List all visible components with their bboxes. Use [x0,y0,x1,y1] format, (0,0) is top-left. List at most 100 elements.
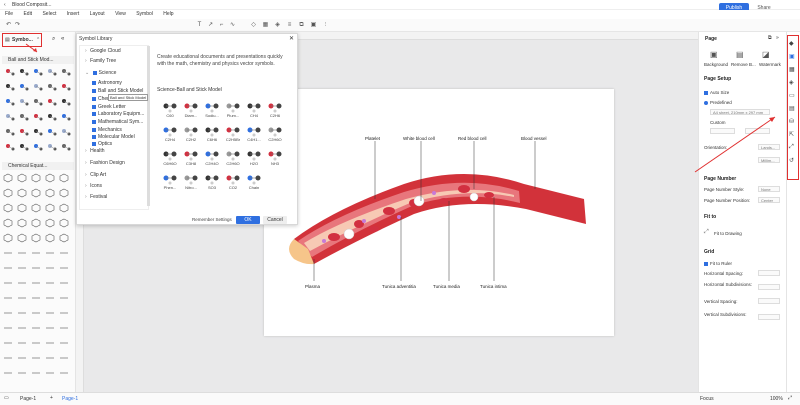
watermark-icon[interactable]: ◪ [762,50,770,59]
ball-stick-symbol-grid[interactable] [2,65,74,161]
tree-item[interactable]: › Fashion Design [85,160,125,166]
library-symbol[interactable]: C2H6O [265,124,285,142]
ok-button[interactable]: OK [236,216,260,224]
tree-item[interactable]: Mechanics [92,127,122,133]
section-ball-stick[interactable]: Ball and Stick Mod... [2,56,74,64]
watermark-button[interactable]: Watermark [759,62,781,67]
cancel-button[interactable]: Cancel [263,216,287,224]
add-page-icon[interactable]: + [50,395,53,401]
page-list-icon[interactable]: ▭ [4,395,9,401]
tree-item[interactable]: Astronomy [92,80,122,86]
fit-to-ruler-checkbox[interactable]: Fit to Ruler [704,261,732,266]
label-tunica-intima[interactable]: Tunica intima [480,284,507,289]
tree-scrollbar[interactable] [147,46,150,206]
menu-help[interactable]: Help [163,10,173,19]
library-symbol[interactable]: C2H4 [160,124,180,142]
back-icon[interactable]: ‹ [4,2,6,8]
library-symbol[interactable]: C60 [160,100,180,118]
menu-symbol[interactable]: Symbol [136,10,153,19]
library-symbol[interactable]: SO3 [202,172,222,190]
tree-item[interactable]: › Family Tree [85,58,116,64]
export-icon[interactable]: ⇱ [789,131,794,138]
menu-view[interactable]: View [115,10,126,19]
tree-item[interactable]: ⌄ Science [85,70,116,76]
fit-to-drawing-button[interactable]: Fit to Drawing [714,231,742,236]
library-symbol[interactable]: Phen... [160,172,180,190]
tree-item[interactable]: Optics [92,141,112,147]
menu-layout[interactable]: Layout [90,10,105,19]
panel-collapse-icon[interactable]: » [776,35,779,41]
label-platelet[interactable]: Platelet [365,136,380,141]
align-icon[interactable]: ⫶ [322,22,329,29]
label-red-blood-cell[interactable]: Red blood cell [458,136,487,141]
vertical-spacing-input[interactable] [758,298,780,304]
vertical-subdivisions-input[interactable] [758,314,780,320]
group-icon[interactable]: ▣ [310,22,317,29]
search-icon[interactable]: ⌕ [52,36,55,43]
menu-insert[interactable]: Insert [67,10,80,19]
tree-item[interactable]: › Clip Art [85,172,106,178]
tree-item[interactable]: › Health [85,148,105,154]
label-plasma[interactable]: Plasma [305,284,320,289]
remove-background-button[interactable]: Remove B... [731,62,756,67]
page-tab-1[interactable]: Page-1 [62,396,78,402]
pin-icon[interactable]: ⧉ [768,35,772,41]
history-icon[interactable]: ↺ [789,157,794,164]
library-symbol[interactable]: C3H8 [181,148,201,166]
label-tunica-media[interactable]: Tunica media [433,284,460,289]
tree-item[interactable]: › Festival [85,194,107,200]
library-symbol[interactable]: CO2 [223,172,243,190]
collapse-icon[interactable]: « [61,36,64,42]
library-symbol[interactable]: Sodiu... [202,100,222,118]
library-symbol[interactable]: H2O [244,148,264,166]
library-symbol[interactable]: C2H4O [202,148,222,166]
database-icon[interactable]: ⛁ [789,118,794,125]
comment-icon[interactable]: ▤ [789,105,795,112]
focus-button[interactable]: Focus [700,396,714,402]
fill-icon[interactable]: ◈ [274,22,281,29]
page-selector[interactable]: Page-1 [20,396,36,402]
library-symbol[interactable]: NH3 [265,148,285,166]
line-style-icon[interactable]: ≡ [286,22,293,29]
label-white-blood-cell[interactable]: White blood cell [403,136,435,141]
library-symbol[interactable]: Plum... [223,100,243,118]
horizontal-spacing-input[interactable] [758,270,780,276]
background-icon[interactable]: ▣ [710,50,718,59]
arrange-icon[interactable]: ⧉ [298,22,305,29]
remember-settings-link[interactable]: Remember Settings [192,217,232,222]
fill-bucket-icon[interactable]: ◆ [789,40,794,47]
menu-file[interactable]: File [5,10,13,19]
menu-select[interactable]: Select [42,10,56,19]
layers-icon[interactable]: ◈ [789,79,794,86]
predefined-radio[interactable]: Predefined [704,100,732,105]
page-icon[interactable]: ▣ [789,53,795,60]
line-icon[interactable]: ⌐ [218,22,225,29]
chemical-symbol-grid[interactable] [2,172,74,392]
library-symbol[interactable]: C2H2 [181,124,201,142]
connector-icon[interactable]: ↗ [207,22,214,29]
image-icon[interactable]: ▭ [789,92,795,99]
tree-item[interactable]: Molecular Model [92,134,135,140]
background-button[interactable]: Background [704,62,728,67]
library-symbol[interactable]: C2H5Br [223,124,243,142]
library-symbol[interactable]: C4H1... [244,124,264,142]
horizontal-subdivisions-input[interactable] [758,284,780,290]
library-symbol[interactable]: C2H6O [223,148,243,166]
fit-screen-icon[interactable]: ⤢ [788,395,792,401]
tree-item[interactable]: › Google Cloud [85,48,121,54]
library-symbol[interactable]: C6H6O [160,148,180,166]
remove-background-icon[interactable]: ▤ [736,50,744,59]
table-icon[interactable]: ▦ [262,22,269,29]
undo-icon[interactable]: ↶ [5,22,12,29]
library-symbol[interactable]: Chain [244,172,264,190]
tree-item[interactable]: Greek Letter [92,104,126,110]
blood-vessel-diagram[interactable] [264,89,614,336]
zoom-level[interactable]: 100% [770,396,783,402]
label-blood-vessel[interactable]: Blood vessel [521,136,547,141]
library-symbol[interactable]: CH4 [244,100,264,118]
redo-icon[interactable]: ↷ [14,22,21,29]
library-symbol[interactable]: Nitro... [181,172,201,190]
tree-item[interactable]: Mathematical Sym... [92,119,143,125]
curve-icon[interactable]: ∿ [229,22,236,29]
library-symbol[interactable]: C6H6 [202,124,222,142]
